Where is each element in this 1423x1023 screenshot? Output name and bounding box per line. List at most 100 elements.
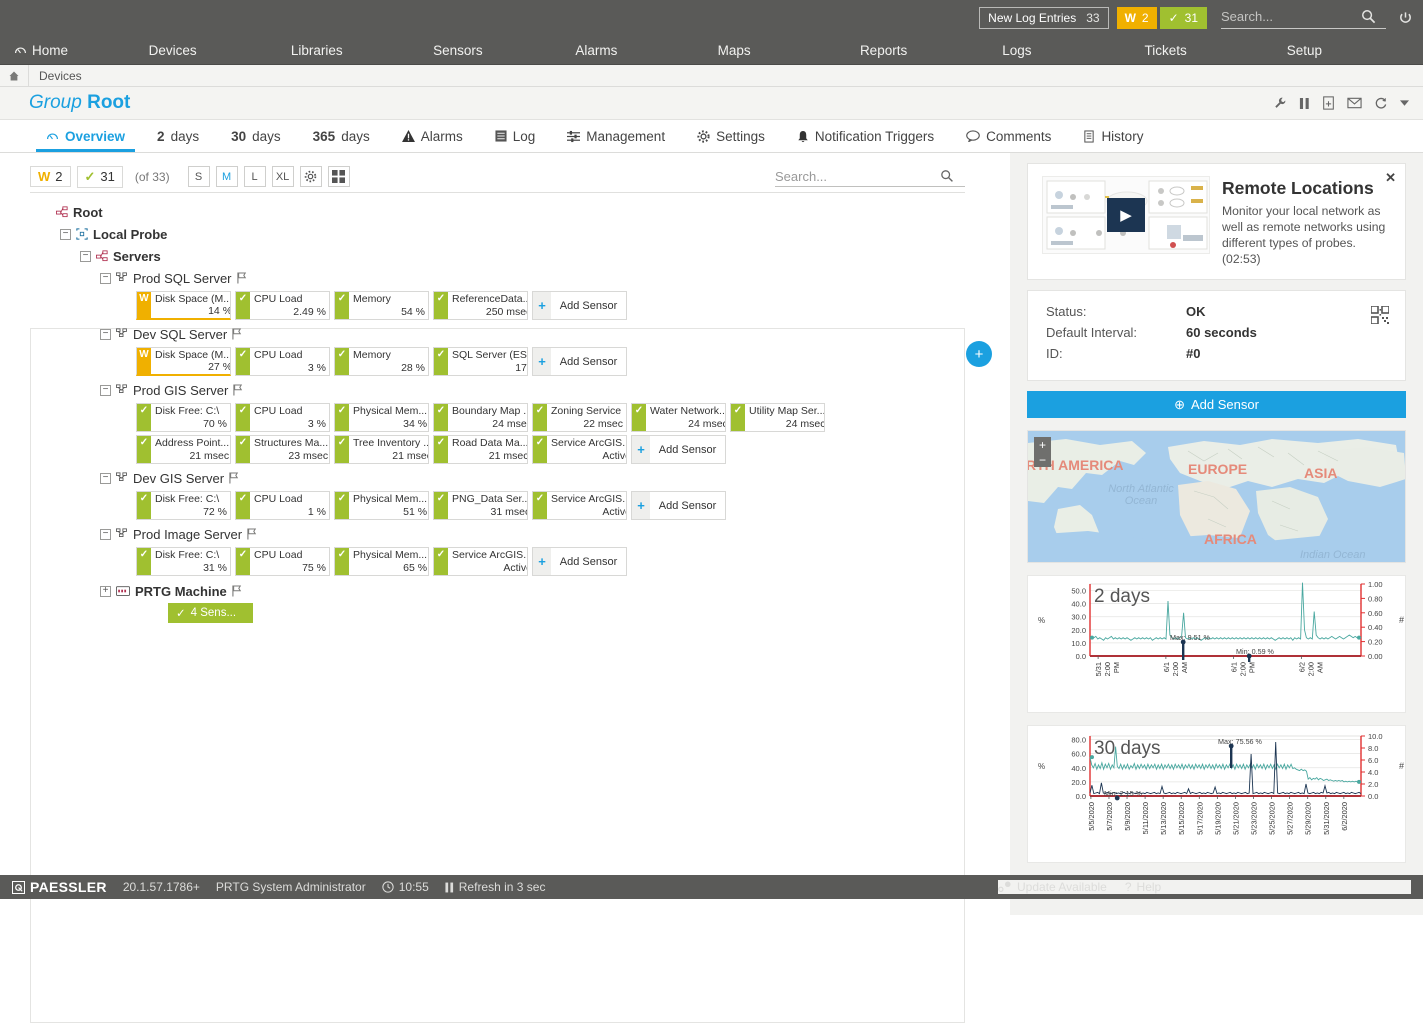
- collapse-toggle-local-probe[interactable]: −: [60, 228, 71, 240]
- add-sensor-tile[interactable]: + Add Sensor: [631, 491, 726, 520]
- add-panel-button[interactable]: +: [966, 341, 992, 367]
- sensor-tile[interactable]: ✓ ReferenceData... 250 msec: [433, 291, 528, 320]
- sensor-tile[interactable]: ✓ Address Point... 21 msec: [136, 435, 231, 464]
- collapse-toggle-device[interactable]: −: [100, 272, 111, 284]
- sensor-tile[interactable]: ✓ CPU Load 1 %: [235, 491, 330, 520]
- chart-2-days[interactable]: 2 days 0.0 10.0 20.0 30.0 40.0 50.0 0.00 0.20 0.…: [1027, 575, 1406, 714]
- nav-item-sensors[interactable]: Sensors: [427, 43, 569, 58]
- tree-node-servers[interactable]: − Servers: [30, 245, 1010, 267]
- collapse-toggle-servers[interactable]: −: [80, 250, 91, 262]
- tab-notification-triggers[interactable]: Notification Triggers: [781, 120, 950, 152]
- sensor-tile[interactable]: ✓ PNG_Data Ser... 31 msec: [433, 491, 528, 520]
- tree-node-device[interactable]: − Prod Image Server: [30, 523, 1010, 545]
- map-zoom-out-button[interactable]: −: [1039, 453, 1046, 467]
- sensor-tile[interactable]: ✓ Zoning Service 22 msec: [532, 403, 627, 432]
- tree-node-device[interactable]: − Prod SQL Server: [30, 267, 1010, 289]
- sensor-tile[interactable]: ✓ Boundary Map ... 24 msec: [433, 403, 528, 432]
- refresh-status[interactable]: Refresh in 3 sec: [445, 880, 545, 894]
- tree-node-root[interactable]: Root: [30, 201, 1010, 223]
- collapse-toggle-device[interactable]: −: [100, 528, 111, 540]
- size-button-m[interactable]: M: [215, 166, 238, 187]
- pause-icon[interactable]: [1299, 97, 1310, 110]
- refresh-icon[interactable]: [1374, 96, 1388, 110]
- sensor-tile[interactable]: ✓ Service ArcGIS...Active: [433, 547, 528, 576]
- tree-node-device[interactable]: − Dev SQL Server: [30, 323, 1010, 345]
- tab-history[interactable]: History: [1067, 120, 1159, 152]
- new-document-icon[interactable]: [1322, 96, 1335, 110]
- sensor-tile[interactable]: ✓ CPU Load 3 %: [235, 403, 330, 432]
- sensor-tile[interactable]: ✓ Road Data Ma... 21 msec: [433, 435, 528, 464]
- chart-30-days[interactable]: 30 days 0.0 20.0 40.0 60.0 80.0 0.0 2.0 4.0 6.0 8…: [1027, 725, 1406, 864]
- sensor-tile[interactable]: ✓ Water Network... 24 msec: [631, 403, 726, 432]
- tab-log[interactable]: Log: [479, 120, 552, 152]
- pause-icon[interactable]: [445, 882, 454, 893]
- help-link[interactable]: ? Help: [1125, 880, 1161, 894]
- add-sensor-tile[interactable]: + Add Sensor: [532, 291, 627, 320]
- add-sensor-tile[interactable]: + Add Sensor: [532, 347, 627, 376]
- flag-icon[interactable]: [229, 472, 240, 484]
- logout-icon[interactable]: [1398, 11, 1413, 26]
- tree-node-local-probe[interactable]: − Local Probe: [30, 223, 1010, 245]
- size-button-xl[interactable]: XL: [271, 166, 294, 187]
- sensor-tile[interactable]: ✓ CPU Load 75 %: [235, 547, 330, 576]
- search-icon[interactable]: [1361, 9, 1376, 24]
- sensor-tile[interactable]: W Disk Space (M... 27 %: [136, 347, 231, 376]
- tab-2-days[interactable]: 2 days: [141, 120, 215, 152]
- mail-icon[interactable]: [1347, 97, 1362, 109]
- tree-node-device[interactable]: − Dev GIS Server: [30, 467, 1010, 489]
- add-sensor-tile[interactable]: + Add Sensor: [532, 547, 627, 576]
- toolbar-warning-pill[interactable]: W 2: [30, 166, 71, 187]
- flag-icon[interactable]: [247, 528, 258, 540]
- tab-30-days[interactable]: 30 days: [215, 120, 297, 152]
- global-search-input[interactable]: [1221, 7, 1361, 26]
- nav-item-logs[interactable]: Logs: [996, 43, 1138, 58]
- sensor-tile[interactable]: ✓ Disk Free: C:\ 70 %: [136, 403, 231, 432]
- wrench-icon[interactable]: [1273, 96, 1287, 110]
- sensor-tile[interactable]: ✓ SQL Server (ES...17 #: [433, 347, 528, 376]
- flag-icon[interactable]: [232, 585, 243, 597]
- gear-icon[interactable]: [299, 166, 322, 187]
- tab-management[interactable]: Management: [551, 120, 681, 152]
- tree-search[interactable]: [775, 166, 965, 187]
- tree-search-input[interactable]: [775, 166, 940, 186]
- collapse-toggle-device[interactable]: −: [100, 328, 111, 340]
- sensor-tile[interactable]: ✓ Disk Free: C:\ 72 %: [136, 491, 231, 520]
- flag-icon[interactable]: [236, 272, 248, 284]
- nav-item-alarms[interactable]: Alarms: [569, 43, 711, 58]
- global-search[interactable]: [1221, 7, 1386, 29]
- qr-code-icon[interactable]: [1371, 306, 1389, 325]
- nav-item-reports[interactable]: Reports: [854, 43, 996, 58]
- sensor-tile[interactable]: ✓ Memory 54 %: [334, 291, 429, 320]
- chevron-down-icon[interactable]: [1400, 99, 1409, 107]
- sensor-tile[interactable]: ✓ Structures Ma... 23 msec: [235, 435, 330, 464]
- tree-node-prtg-machine[interactable]: + PRTG Machine: [30, 580, 1010, 602]
- nav-item-setup[interactable]: Setup: [1281, 43, 1423, 58]
- sensor-tile[interactable]: W Disk Space (M... 14 %: [136, 291, 231, 320]
- tab-365-days[interactable]: 365 days: [297, 120, 386, 152]
- promo-thumbnail[interactable]: ▶: [1042, 176, 1210, 254]
- size-button-l[interactable]: L: [243, 166, 266, 187]
- play-icon[interactable]: ▶: [1107, 198, 1145, 232]
- map-zoom-controls[interactable]: + −: [1034, 437, 1051, 468]
- expand-toggle-prtg-machine[interactable]: +: [100, 585, 111, 597]
- sensor-tile[interactable]: ✓ CPU Load 2.49 %: [235, 291, 330, 320]
- collapse-toggle-device[interactable]: −: [100, 384, 111, 396]
- warning-badge[interactable]: W 2: [1116, 7, 1157, 29]
- tab-overview[interactable]: Overview: [30, 120, 141, 152]
- nav-item-maps[interactable]: Maps: [712, 43, 854, 58]
- add-sensor-tile[interactable]: + Add Sensor: [631, 435, 726, 464]
- nav-item-devices[interactable]: Devices: [143, 43, 285, 58]
- flag-icon[interactable]: [233, 384, 244, 396]
- size-button-s[interactable]: S: [187, 166, 210, 187]
- sensor-tile[interactable]: ✓ Tree Inventory ... 21 msec: [334, 435, 429, 464]
- home-icon[interactable]: [0, 65, 29, 86]
- sensor-tile[interactable]: ✓ Physical Mem... 34 %: [334, 403, 429, 432]
- sensor-tile[interactable]: ✓ Service ArcGIS...Active: [532, 435, 627, 464]
- grid-icon[interactable]: [327, 166, 350, 187]
- nav-item-home[interactable]: Home: [0, 43, 143, 58]
- add-sensor-button[interactable]: ⊕ Add Sensor: [1027, 391, 1406, 419]
- sensor-tile[interactable]: ✓ Utility Map Ser... 24 msec: [730, 403, 825, 432]
- sensor-tile[interactable]: ✓ Memory 28 %: [334, 347, 429, 376]
- sensor-tile[interactable]: ✓ Physical Mem... 51 %: [334, 491, 429, 520]
- tab-settings[interactable]: Settings: [681, 120, 781, 152]
